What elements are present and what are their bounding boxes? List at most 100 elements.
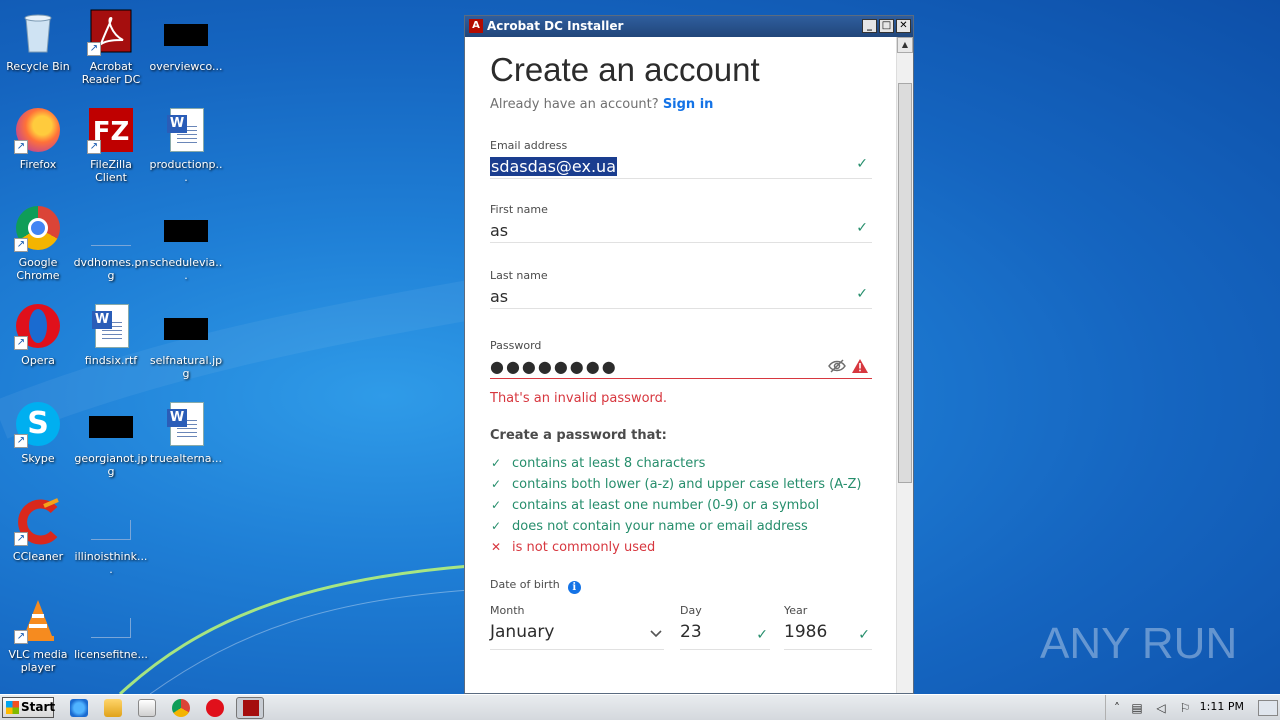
desktop-icon-vlc[interactable]: ↗ VLC media player <box>0 590 76 682</box>
desktop-icon-filezilla[interactable]: FZ ↗ FileZilla Client <box>73 100 149 192</box>
opera-ring-icon <box>29 309 47 343</box>
window-title: Acrobat DC Installer <box>487 19 624 33</box>
image-file-icon <box>164 318 208 340</box>
desktop-icon-georgianot[interactable]: georgianot.jpg <box>73 394 149 486</box>
start-button[interactable]: Start <box>2 697 55 718</box>
shortcut-arrow-icon: ↗ <box>14 336 28 350</box>
chrome-taskbar-icon[interactable] <box>172 699 190 717</box>
year-label: Year <box>784 604 808 617</box>
system-tray: ˄ ▤ ◁ ⚐ 1:11 PM <box>1105 695 1280 720</box>
word-document-icon: W <box>167 108 204 152</box>
shortcut-arrow-icon: ↗ <box>14 238 28 252</box>
signin-prompt: Already have an account? Sign in <box>490 97 714 112</box>
email-field[interactable]: Email address sdasdas@ex.ua ✓ <box>490 139 872 179</box>
opera-taskbar-icon[interactable] <box>206 699 224 717</box>
chrome-center-icon <box>28 218 48 238</box>
desktop-icon-licensefitne[interactable]: licensefitne... <box>73 590 149 682</box>
window-scrollbar[interactable]: ▲ <box>896 37 913 693</box>
show-desktop-button[interactable] <box>1258 700 1278 716</box>
first-name-field[interactable]: First name as ✓ <box>490 203 872 243</box>
image-file-icon <box>164 220 208 242</box>
info-icon[interactable]: i <box>567 581 581 594</box>
password-rule-item: ✓ does not contain your name or email add… <box>490 516 897 537</box>
desktop-icon-firefox[interactable]: ↗ Firefox <box>0 100 76 192</box>
password-field[interactable]: Password ●●●●●●●● <box>490 339 872 379</box>
first-name-label: First name <box>490 203 548 216</box>
date-of-birth-label: Date of birth i <box>490 576 897 594</box>
desktop-icon-findsix[interactable]: W findsix.rtf <box>73 296 149 388</box>
password-label: Password <box>490 339 542 352</box>
shortcut-arrow-icon: ↗ <box>14 532 28 546</box>
media-player-icon[interactable] <box>138 699 156 717</box>
month-value: January <box>490 622 555 642</box>
first-name-input[interactable]: as <box>490 216 872 242</box>
shortcut-arrow-icon: ↗ <box>14 140 28 154</box>
check-icon: ✓ <box>491 498 502 512</box>
signup-form: Create an account Already have an accoun… <box>465 37 897 693</box>
check-icon: ✓ <box>491 519 502 533</box>
desktop-icon-productionp[interactable]: W productionp... <box>148 100 224 192</box>
close-button[interactable]: ✕ <box>896 19 911 33</box>
desktop-icon-ccleaner[interactable]: ↗ CCleaner <box>0 492 76 584</box>
word-document-icon: W <box>167 402 204 446</box>
hide-password-eye-icon[interactable] <box>828 359 846 373</box>
day-field[interactable]: Day 23 ✓ <box>680 604 770 650</box>
desktop-icon-acrobat-reader[interactable]: ↗ Acrobat Reader DC <box>73 2 149 94</box>
first-name-valid-check-icon: ✓ <box>856 220 868 236</box>
email-valid-check-icon: ✓ <box>856 156 868 172</box>
network-icon[interactable]: ▤ <box>1130 701 1144 715</box>
desktop-icon-chrome[interactable]: ↗ Google Chrome <box>0 198 76 290</box>
check-icon: ✓ <box>491 456 502 470</box>
warning-icon <box>852 359 868 373</box>
month-select[interactable]: Month January <box>490 604 664 650</box>
last-name-input[interactable]: as <box>490 282 872 308</box>
shortcut-arrow-icon: ↗ <box>87 140 101 154</box>
taskbar: Start ˄ ▤ ◁ ⚐ 1:11 PM <box>0 694 1280 720</box>
acrobat-app-icon: A <box>469 19 483 33</box>
day-valid-check-icon: ✓ <box>756 627 768 643</box>
desktop-icon-opera[interactable]: ↗ Opera <box>0 296 76 388</box>
action-center-flag-icon[interactable]: ⚐ <box>1178 701 1192 715</box>
last-name-label: Last name <box>490 269 548 282</box>
password-rule-item-failed: ✕ is not commonly used <box>490 537 897 558</box>
password-error-message: That's an invalid password. <box>490 391 668 406</box>
image-file-icon <box>89 416 133 438</box>
minimize-button[interactable]: _ <box>862 19 877 33</box>
scroll-up-arrow-icon[interactable]: ▲ <box>897 37 913 53</box>
last-name-valid-check-icon: ✓ <box>856 286 868 302</box>
desktop-icon-overview[interactable]: overviewco... <box>148 2 224 94</box>
installer-window: A Acrobat DC Installer _ □ ✕ Create an a… <box>464 15 914 694</box>
image-file-icon <box>91 520 131 540</box>
desktop-icon-illinoisthink[interactable]: illinoisthink.... <box>73 492 149 584</box>
file-explorer-icon[interactable] <box>104 699 122 717</box>
chevron-down-icon <box>650 628 662 641</box>
image-file-icon <box>91 226 131 246</box>
email-input[interactable]: sdasdas@ex.ua <box>490 157 617 176</box>
volume-icon[interactable]: ◁ <box>1154 701 1168 715</box>
email-label: Email address <box>490 139 568 152</box>
cross-icon: ✕ <box>491 540 502 554</box>
scrollbar-thumb[interactable] <box>898 83 912 483</box>
desktop-icon-recycle-bin[interactable]: Recycle Bin <box>0 2 76 94</box>
watermark-text: ANY RUN <box>1040 619 1237 668</box>
maximize-button[interactable]: □ <box>879 19 894 33</box>
show-hidden-icons-chevron-icon[interactable]: ˄ <box>1110 701 1124 715</box>
anyrun-watermark: ANY RUN <box>1040 619 1237 668</box>
password-rule-item: ✓ contains at least 8 characters <box>490 453 897 474</box>
signin-link[interactable]: Sign in <box>663 97 714 112</box>
desktop-icon-selfnatural[interactable]: selfnatural.jpg <box>148 296 224 388</box>
day-label: Day <box>680 604 702 617</box>
clock[interactable]: 1:11 PM <box>1200 700 1244 713</box>
desktop-icon-skype[interactable]: S ↗ Skype <box>0 394 76 486</box>
desktop-icon-truealterna[interactable]: W truealterna... <box>148 394 224 486</box>
password-input[interactable]: ●●●●●●●● <box>490 352 872 378</box>
year-field[interactable]: Year 1986 ✓ <box>784 604 872 650</box>
window-titlebar[interactable]: A Acrobat DC Installer _ □ ✕ <box>465 16 913 37</box>
acrobat-installer-taskbar-button[interactable] <box>236 697 264 719</box>
desktop-icon-schedulevia[interactable]: schedulevia... <box>148 198 224 290</box>
word-document-icon: W <box>92 304 129 348</box>
desktop-icon-dvdhomes[interactable]: dvdhomes.png <box>73 198 149 290</box>
internet-explorer-icon[interactable] <box>70 699 88 717</box>
password-rule-item: ✓ contains at least one number (0-9) or a… <box>490 495 897 516</box>
last-name-field[interactable]: Last name as ✓ <box>490 269 872 309</box>
